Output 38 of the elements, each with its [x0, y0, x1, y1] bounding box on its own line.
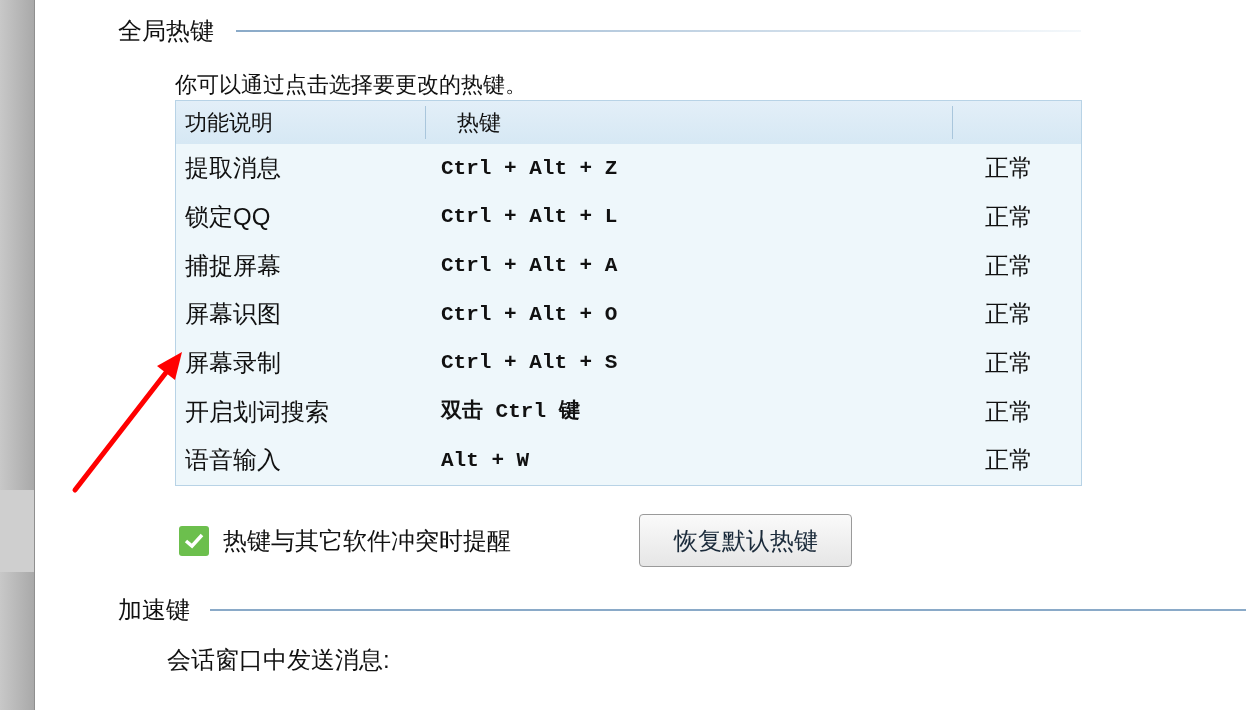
table-row[interactable]: 捕捉屏幕 Ctrl + Alt + A 正常 — [176, 241, 1081, 291]
description: 你可以通过点击选择要更改的热键。 — [175, 71, 528, 98]
table-row[interactable]: 语音输入 Alt + W 正常 — [176, 436, 1081, 485]
section-title: 加速键 — [118, 594, 190, 625]
column-header[interactable]: 功能说明 — [176, 106, 426, 139]
table-cell-text: 锁定QQ — [184, 202, 272, 233]
table-cell-text: 正常 — [984, 153, 1033, 184]
table-row[interactable]: 提取消息 Ctrl + Alt + Z 正常 — [176, 144, 1081, 193]
table-cell-text: 屏幕录制 — [184, 348, 282, 379]
checkbox[interactable] — [179, 525, 209, 556]
table-row[interactable]: 锁定QQ Ctrl + Alt + L 正常 — [176, 192, 1081, 242]
table-cell-text: 屏幕识图 — [184, 299, 282, 330]
restore-defaults-button[interactable]: 恢复默认热键 — [639, 514, 852, 568]
table-row[interactable]: 屏幕录制 Ctrl + Alt + S 正常 — [176, 338, 1081, 388]
table-cell-text: 正常 — [984, 202, 1033, 233]
table-cell-text: 双击 Ctrl 键 — [439, 398, 581, 426]
table-cell-text: 正常 — [984, 250, 1033, 281]
table-cell-text: 正常 — [984, 299, 1033, 330]
checkmark-icon — [184, 532, 204, 549]
column-header[interactable]: 热键 — [426, 106, 953, 139]
table-cell-text: Ctrl + Alt + A — [440, 252, 619, 279]
table-row[interactable]: 开启划词搜索 双击 Ctrl 键 正常 — [176, 387, 1081, 437]
table-cell-text: 捕捉屏幕 — [184, 250, 282, 281]
checkbox-label: 热键与其它软件冲突时提醒 — [223, 525, 512, 556]
table-cell-text: 开启划词搜索 — [184, 396, 330, 427]
table-cell-text: Ctrl + Alt + S — [440, 350, 619, 377]
table-cell-text: Ctrl + Alt + Z — [440, 155, 619, 182]
section-title: 全局热键 — [118, 16, 214, 46]
table-cell-text: Ctrl + Alt + O — [440, 301, 619, 328]
field-label: 会话窗口中发送消息: — [166, 644, 391, 675]
table-cell-text: 提取消息 — [184, 153, 282, 184]
table-row[interactable]: 屏幕识图 Ctrl + Alt + O 正常 — [176, 290, 1081, 339]
table-cell-text: 正常 — [984, 396, 1033, 427]
table-cell-text: 正常 — [984, 348, 1033, 379]
table-cell-text: 正常 — [984, 445, 1033, 476]
table-cell-text: 语音输入 — [184, 445, 282, 476]
table-cell-text: Ctrl + Alt + L — [440, 204, 619, 231]
table-cell-text: Alt + W — [440, 447, 531, 474]
